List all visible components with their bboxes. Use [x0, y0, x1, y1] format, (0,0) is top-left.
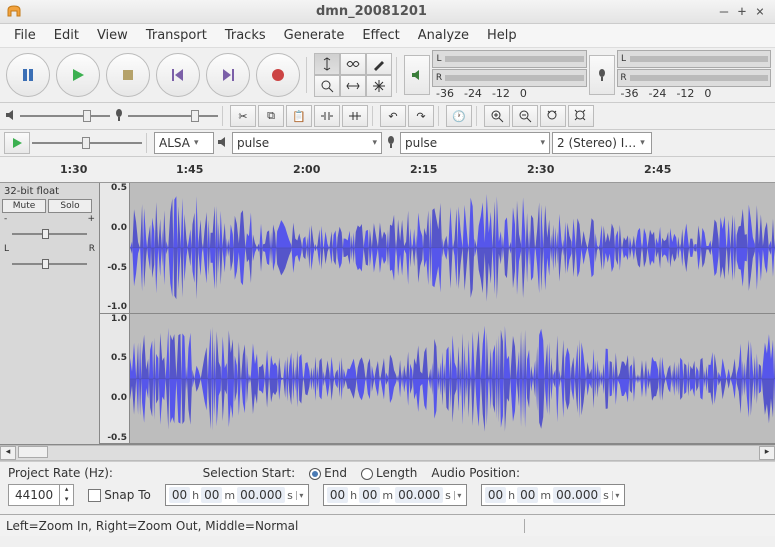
output-device-combo[interactable]: pulse▾ — [232, 132, 382, 154]
mic-icon — [112, 108, 126, 125]
menu-effect[interactable]: Effect — [354, 26, 407, 45]
app-icon — [6, 4, 22, 20]
playback-meter-l[interactable]: L — [432, 50, 587, 68]
copy-icon[interactable]: ⧉ — [258, 105, 284, 127]
menu-edit[interactable]: Edit — [46, 26, 87, 45]
record-volume-slider[interactable] — [128, 110, 218, 122]
scroll-right-button[interactable]: ▸ — [759, 446, 775, 460]
record-meter-l[interactable]: L — [617, 50, 772, 68]
menu-help[interactable]: Help — [479, 26, 525, 45]
toolbars: L R -36-24-120 L R -36-24-120 ✂ ⧉ 📋 ↶ ↷ … — [0, 48, 775, 157]
project-rate-label: Project Rate (Hz): — [8, 466, 113, 480]
end-radio[interactable] — [309, 468, 321, 480]
scroll-thumb[interactable] — [18, 446, 48, 458]
audio-position-label: Audio Position: — [431, 466, 520, 480]
waveform-right-channel[interactable] — [130, 314, 775, 445]
length-radio[interactable] — [361, 468, 373, 480]
menu-view[interactable]: View — [89, 26, 136, 45]
undo-icon[interactable]: ↶ — [380, 105, 406, 127]
cut-icon[interactable]: ✂ — [230, 105, 256, 127]
selection-start-field[interactable]: 00h 00m 00.000s▾ — [165, 484, 309, 506]
audio-position-field[interactable]: 00h 00m 00.000s▾ — [481, 484, 625, 506]
scroll-left-button[interactable]: ◂ — [0, 446, 16, 460]
skip-start-button[interactable] — [156, 53, 200, 97]
track-format-label: 32-bit float — [2, 185, 97, 198]
status-text: Left=Zoom In, Right=Zoom Out, Middle=Nor… — [0, 519, 525, 533]
track-area: 32-bit float Mute Solo -+ LR 0.50.0-0.5-… — [0, 183, 775, 445]
fit-selection-icon[interactable] — [540, 105, 566, 127]
mute-button[interactable]: Mute — [2, 199, 46, 213]
playback-speed-slider[interactable] — [32, 137, 142, 149]
skip-end-button[interactable] — [206, 53, 250, 97]
fit-project-icon[interactable] — [568, 105, 594, 127]
timeshift-tool[interactable] — [340, 75, 366, 97]
minimize-button[interactable]: — — [715, 4, 733, 20]
timeline-ruler[interactable]: 1:30 1:45 2:00 2:15 2:30 2:45 — [0, 157, 775, 183]
output-device-icon — [216, 135, 230, 152]
close-button[interactable]: × — [751, 4, 769, 20]
maximize-button[interactable]: + — [733, 4, 751, 20]
trim-icon[interactable] — [314, 105, 340, 127]
transcription-play-button[interactable] — [4, 132, 30, 154]
record-meter-scale: -36-24-120 — [617, 87, 772, 100]
redo-icon[interactable]: ↷ — [408, 105, 434, 127]
menu-file[interactable]: File — [6, 26, 44, 45]
track-pan-slider[interactable] — [4, 258, 95, 270]
draw-tool[interactable] — [366, 53, 392, 75]
stop-button[interactable] — [106, 53, 150, 97]
menu-analyze[interactable]: Analyze — [410, 26, 477, 45]
multi-tool[interactable] — [366, 75, 392, 97]
record-meter-r[interactable]: R — [617, 69, 772, 87]
play-button[interactable] — [56, 53, 100, 97]
record-meter-icon[interactable] — [589, 55, 615, 95]
paste-icon[interactable]: 📋 — [286, 105, 312, 127]
titlebar: dmn_20081201 — + × — [0, 0, 775, 24]
window-title: dmn_20081201 — [28, 4, 715, 19]
selection-tool[interactable] — [314, 53, 340, 75]
horizontal-scrollbar[interactable]: ◂ ▸ — [0, 445, 775, 461]
playback-meter-r[interactable]: R — [432, 69, 587, 87]
zoom-in-icon[interactable] — [484, 105, 510, 127]
menubar: File Edit View Transport Tracks Generate… — [0, 24, 775, 48]
input-device-combo[interactable]: pulse▾ — [400, 132, 550, 154]
zoom-tool[interactable] — [314, 75, 340, 97]
record-button[interactable] — [256, 53, 300, 97]
zoom-out-icon[interactable] — [512, 105, 538, 127]
selection-end-field[interactable]: 00h 00m 00.000s▾ — [323, 484, 467, 506]
solo-button[interactable]: Solo — [48, 199, 92, 213]
menu-tracks[interactable]: Tracks — [217, 26, 274, 45]
waveform-display[interactable] — [130, 183, 775, 444]
project-rate-field[interactable]: 44100▴▾ — [8, 484, 74, 506]
playback-volume-slider[interactable] — [20, 110, 110, 122]
playback-meter-scale: -36-24-120 — [432, 87, 587, 100]
menu-generate[interactable]: Generate — [276, 26, 353, 45]
menu-transport[interactable]: Transport — [138, 26, 215, 45]
playback-meter-icon[interactable] — [404, 55, 430, 95]
audio-host-combo[interactable]: ALSA▾ — [154, 132, 214, 154]
status-bar: Left=Zoom In, Right=Zoom Out, Middle=Nor… — [0, 514, 775, 536]
envelope-tool[interactable] — [340, 53, 366, 75]
input-device-icon — [384, 135, 398, 152]
speaker-icon — [4, 108, 18, 125]
waveform-left-channel[interactable] — [130, 183, 775, 314]
selection-start-label: Selection Start: — [203, 466, 295, 480]
snap-to-checkbox[interactable] — [88, 489, 101, 502]
silence-icon[interactable] — [342, 105, 368, 127]
track-gain-slider[interactable] — [4, 228, 95, 240]
amplitude-ruler: 0.50.0-0.5-1.0 1.00.50.0-0.5 — [100, 183, 130, 444]
sync-lock-icon[interactable]: 🕐 — [446, 105, 472, 127]
input-channels-combo[interactable]: 2 (Stereo) I…▾ — [552, 132, 652, 154]
track-control-panel[interactable]: 32-bit float Mute Solo -+ LR — [0, 183, 100, 444]
selection-toolbar: Project Rate (Hz): Selection Start: End … — [0, 461, 775, 514]
pause-button[interactable] — [6, 53, 50, 97]
